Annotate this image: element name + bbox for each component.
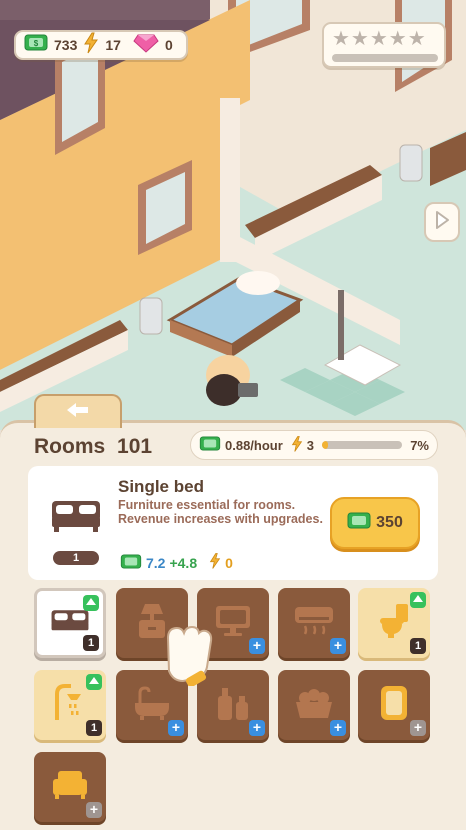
income-value: 0.88/hour	[225, 437, 283, 453]
furniture-slot-toilet[interactable]: 1	[358, 588, 430, 658]
item-energy: 0	[225, 554, 233, 571]
add-plus-icon: +	[410, 720, 426, 736]
item-description: Furniture essential for rooms. Revenue i…	[118, 498, 323, 526]
add-plus-icon: +	[168, 720, 184, 736]
progress-percent: 7%	[410, 437, 429, 453]
furniture-slot-mirror[interactable]: +	[358, 670, 430, 740]
slot-level: 1	[410, 638, 426, 654]
star-rating: ★★★★★	[322, 22, 446, 68]
income-bar: 0.88/hour 3 7%	[190, 430, 438, 460]
item-stats: 7.2 +4.8 0	[120, 552, 233, 573]
lightning-icon	[209, 552, 221, 573]
revenue-value: 7.2	[146, 554, 166, 571]
furniture-slot-fruit-basket[interactable]: +	[278, 670, 350, 740]
shower-icon	[53, 683, 87, 727]
star-icons: ★★★★★	[332, 28, 427, 50]
upgrade-arrow-icon	[410, 592, 426, 608]
slot-level: 1	[83, 635, 99, 651]
revenue-increase: +4.8	[169, 554, 198, 571]
furniture-slot-shower[interactable]: 1	[34, 670, 106, 740]
cash-icon: $	[24, 34, 48, 56]
fruit-basket-icon	[293, 686, 335, 725]
energy-cost: 3	[306, 437, 315, 453]
toiletries-icon	[214, 684, 252, 727]
add-plus-icon: +	[330, 638, 346, 654]
room-number: 101	[117, 435, 153, 458]
bed-icon	[50, 497, 102, 538]
buy-button[interactable]: 350	[330, 497, 420, 549]
money-value: 733	[54, 37, 78, 53]
back-button[interactable]	[34, 394, 122, 428]
add-plus-icon: +	[249, 720, 265, 736]
arrow-left-icon	[65, 401, 91, 424]
armchair-icon	[51, 769, 89, 806]
energy-value: 17	[105, 37, 121, 53]
upgrade-arrow-icon	[86, 674, 102, 690]
mirror-icon	[379, 684, 409, 727]
tutorial-hand-icon	[160, 620, 216, 691]
tv-icon	[214, 604, 252, 643]
slot-level: 1	[86, 720, 102, 736]
star-progress-bar	[332, 54, 438, 62]
furniture-slot-armchair[interactable]: +	[34, 752, 106, 822]
room-progress-fill	[322, 441, 328, 449]
upgrade-arrow-icon	[83, 595, 99, 611]
furniture-slot-bed[interactable]: 1	[34, 588, 106, 658]
air-conditioner-icon	[293, 605, 335, 642]
lightning-icon	[291, 435, 303, 456]
buy-price: 350	[376, 514, 403, 531]
room-title: Rooms 101	[34, 435, 152, 459]
gem-value: 0	[164, 37, 173, 53]
item-name: Single bed	[118, 477, 204, 496]
cash-icon	[199, 436, 221, 454]
item-level: 1	[53, 551, 99, 565]
furniture-slot-air-conditioner[interactable]: +	[278, 588, 350, 658]
cash-icon	[120, 553, 142, 572]
room-progress-bar	[322, 441, 403, 449]
cash-icon	[347, 512, 371, 534]
arrow-right-icon	[434, 210, 450, 235]
svg-text:$: $	[34, 39, 39, 48]
currency-bar: $ 733 17 0	[14, 30, 188, 60]
next-room-button[interactable]	[424, 202, 460, 242]
lightning-icon	[83, 32, 99, 59]
add-plus-icon: +	[249, 638, 265, 654]
room-label: Rooms	[34, 435, 106, 458]
gem-icon	[133, 33, 159, 58]
add-plus-icon: +	[86, 802, 102, 818]
add-plus-icon: +	[330, 720, 346, 736]
toilet-icon	[378, 602, 410, 645]
